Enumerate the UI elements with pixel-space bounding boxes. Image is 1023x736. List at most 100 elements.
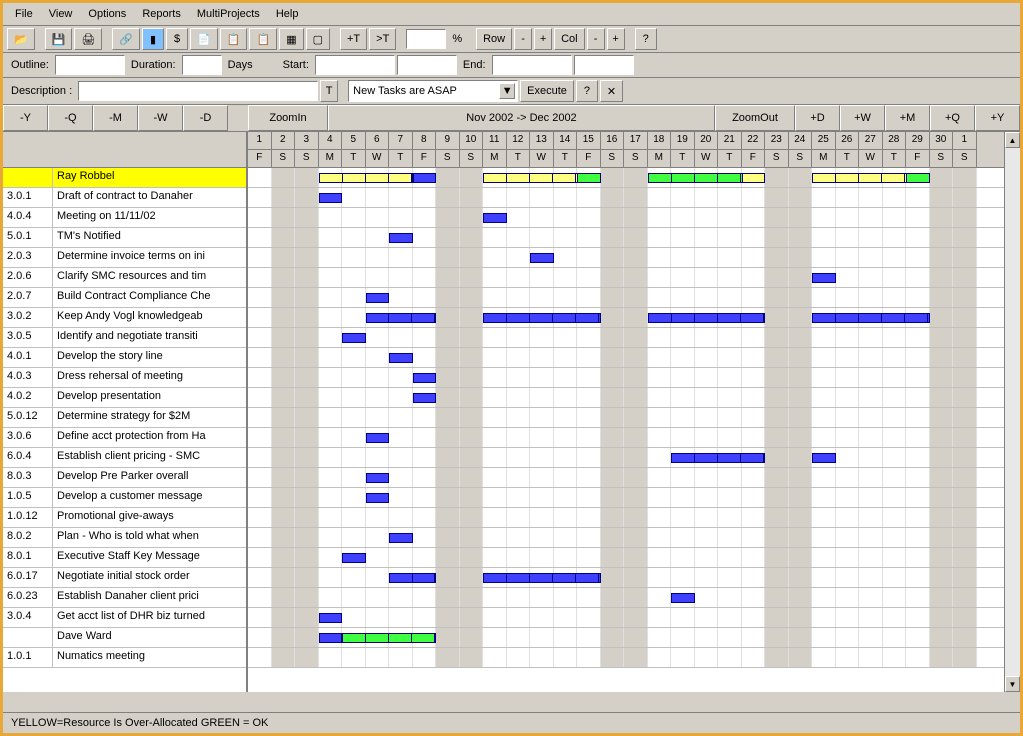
task-row[interactable]: 6.0.17Negotiate initial stock order [3,568,246,588]
open-icon[interactable]: 📂 [7,28,35,50]
task-row[interactable]: 4.0.1Develop the story line [3,348,246,368]
menu-options[interactable]: Options [80,5,134,23]
percent-input[interactable] [406,29,446,49]
gantt-bar[interactable] [366,293,390,303]
task-row[interactable]: 5.0.12Determine strategy for $2M [3,408,246,428]
gantt-bar[interactable] [389,533,413,543]
nav-fwd-y[interactable]: +Y [975,105,1020,131]
task-row[interactable]: 2.0.3Determine invoice terms on ini [3,248,246,268]
nav-back-d[interactable]: -D [183,105,228,131]
task-row[interactable]: 3.0.1Draft of contract to Danaher [3,188,246,208]
gantt-bar[interactable] [577,173,601,183]
task-row[interactable]: 4.0.2Develop presentation [3,388,246,408]
menu-multiprojects[interactable]: MultiProjects [189,5,268,23]
chevron-down-icon[interactable]: ▼ [499,83,515,99]
task-mode-combo[interactable]: New Tasks are ASAP ▼ [348,80,518,102]
end-input2[interactable] [574,55,634,75]
link-icon[interactable]: 🔗 [112,28,140,50]
task-row[interactable]: 6.0.4Establish client pricing - SMC [3,448,246,468]
task-row[interactable]: 2.0.6Clarify SMC resources and tim [3,268,246,288]
task-row[interactable]: Dave Ward [3,628,246,648]
task-row[interactable]: 1.0.1Numatics meeting [3,648,246,668]
gantt-bar[interactable] [413,373,437,383]
menu-reports[interactable]: Reports [134,5,189,23]
gantt-bar[interactable] [671,453,765,463]
nav-back-w[interactable]: -W [138,105,183,131]
copy-icon[interactable]: 📋 [220,28,248,50]
task-row[interactable]: 4.0.4Meeting on 11/11/02 [3,208,246,228]
duration-input[interactable] [182,55,222,75]
help-icon[interactable]: ? [635,28,657,50]
gantt-bar[interactable] [483,313,601,323]
col-button[interactable]: Col [554,28,585,50]
task-row[interactable]: 3.0.5Identify and negotiate transiti [3,328,246,348]
help2-icon[interactable]: ? [576,80,598,102]
row-button[interactable]: Row [476,28,512,50]
gantt-bar[interactable] [319,173,413,183]
start-input2[interactable] [397,55,457,75]
gantt-bar[interactable] [812,273,836,283]
paste-icon[interactable]: 📋 [249,28,277,50]
col-plus[interactable]: + [607,28,625,50]
color-icon[interactable]: ▮ [142,28,164,50]
gantt-bar[interactable] [671,593,695,603]
gantt-bar[interactable] [319,613,343,623]
cost-icon[interactable]: $ [166,28,188,50]
nav-fwd-d[interactable]: +D [795,105,840,131]
task-row[interactable]: 3.0.2Keep Andy Vogl knowledgeab [3,308,246,328]
save-icon[interactable]: 💾 [45,28,73,50]
scroll-up-icon[interactable]: ▲ [1005,132,1020,148]
gantt-bar[interactable] [366,473,390,483]
gantt-bar[interactable] [906,173,930,183]
scroll-down-icon[interactable]: ▼ [1005,676,1020,692]
close-icon[interactable]: ✕ [600,80,623,102]
gantt-bar[interactable] [342,633,436,643]
gantt-bar[interactable] [319,193,343,203]
scrollbar-vertical[interactable]: ▲ ▼ [1004,132,1020,692]
zoom-in-button[interactable]: ZoomIn [248,105,328,131]
gantt-bar[interactable] [413,173,437,183]
blank-icon[interactable]: ▢ [306,28,330,50]
doc-icon[interactable]: 📄 [190,28,218,50]
print-icon[interactable]: 🖨 [74,28,102,50]
gantt-bar[interactable] [483,573,601,583]
nav-back-m[interactable]: -M [93,105,138,131]
plus-t-button[interactable]: +T [340,28,367,50]
task-row[interactable]: 3.0.4Get acct list of DHR biz turned [3,608,246,628]
gantt-bar[interactable] [389,573,436,583]
gantt-bar[interactable] [483,213,507,223]
desc-input[interactable] [78,81,318,101]
start-input[interactable] [315,55,395,75]
gantt-bar[interactable] [413,393,437,403]
menu-view[interactable]: View [41,5,81,23]
gantt-bar[interactable] [812,313,930,323]
task-row[interactable]: 3.0.6Define acct protection from Ha [3,428,246,448]
gantt-bar[interactable] [530,253,554,263]
gt-t-button[interactable]: >T [369,28,396,50]
task-row[interactable]: 2.0.7Build Contract Compliance Che [3,288,246,308]
task-row[interactable]: 8.0.1Executive Staff Key Message [3,548,246,568]
gantt-bar[interactable] [389,233,413,243]
row-minus[interactable]: - [514,28,532,50]
gantt-bar[interactable] [648,313,766,323]
outline-input[interactable] [55,55,125,75]
end-input[interactable] [492,55,572,75]
task-row[interactable]: 1.0.12Promotional give-aways [3,508,246,528]
gantt-bar[interactable] [389,353,413,363]
zoom-out-button[interactable]: ZoomOut [715,105,795,131]
task-row[interactable]: 4.0.3Dress rehersal of meeting [3,368,246,388]
grid-icon[interactable]: ▦ [279,28,303,50]
nav-back-y[interactable]: -Y [3,105,48,131]
gantt-bar[interactable] [742,173,766,183]
scroll-track[interactable] [1005,148,1020,676]
task-row[interactable]: 6.0.23Establish Danaher client prici [3,588,246,608]
task-row[interactable]: Ray Robbel [3,168,246,188]
gantt-bar[interactable] [366,493,390,503]
gantt-bar[interactable] [366,313,437,323]
task-row[interactable]: 1.0.5Develop a customer message [3,488,246,508]
menu-file[interactable]: File [7,5,41,23]
gantt-bar[interactable] [342,333,366,343]
col-minus[interactable]: - [587,28,605,50]
row-plus[interactable]: + [534,28,552,50]
task-row[interactable]: 5.0.1TM's Notified [3,228,246,248]
